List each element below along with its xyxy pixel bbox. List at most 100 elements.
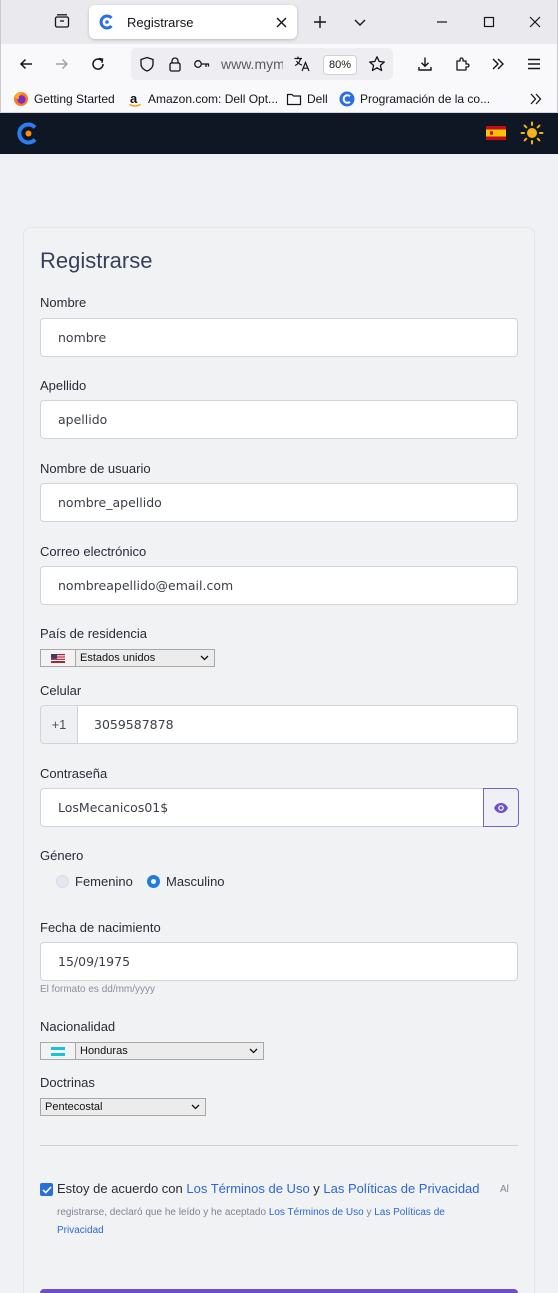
phone-country-code: +1: [40, 705, 78, 744]
first-name-label: Nombre: [40, 295, 87, 310]
nationality-label: Nacionalidad: [40, 1019, 116, 1034]
extensions-puzzle-icon[interactable]: [449, 51, 475, 77]
lock-icon[interactable]: [165, 54, 185, 74]
terms-of-use-link[interactable]: Los Términos de Uso: [186, 1181, 309, 1196]
bookmark-amazon[interactable]: a Amazon.com: Dell Opt...: [127, 90, 278, 108]
bookmark-label: Amazon.com: Dell Opt...: [148, 92, 279, 106]
email-input[interactable]: nombreapellido@email.com: [40, 566, 518, 605]
bookmarks-overflow-icon[interactable]: [529, 90, 543, 108]
last-name-input[interactable]: apellido: [40, 400, 518, 439]
downloads-icon[interactable]: [412, 51, 438, 77]
bookmark-programacion[interactable]: Programación de la co...: [339, 90, 490, 108]
language-flag-es-icon[interactable]: [486, 126, 506, 145]
country-selected-value: Estados unidos: [80, 652, 156, 664]
terms-connector: y: [309, 1181, 324, 1196]
site-header: [0, 113, 558, 154]
maximize-window-icon[interactable]: [476, 9, 502, 35]
toggle-password-eye-icon[interactable]: [483, 788, 519, 827]
chevron-down-icon: [191, 1104, 200, 1110]
tab-list-chevron-icon[interactable]: [347, 9, 373, 35]
folder-icon: [286, 91, 302, 107]
overflow-chevrons-icon[interactable]: [485, 51, 511, 77]
nationality-selected-value: Honduras: [80, 1045, 128, 1057]
tab-overview-icon[interactable]: [47, 6, 77, 36]
translate-icon[interactable]: [292, 54, 312, 74]
gender-option-label: Masculino: [166, 873, 225, 889]
reload-icon[interactable]: [85, 51, 111, 77]
shield-icon[interactable]: [137, 54, 157, 74]
email-label: Correo electrónico: [40, 544, 147, 559]
small-privacy-policy-link[interactable]: Las Políticas de: [374, 1207, 445, 1218]
privacy-policy-link[interactable]: Las Políticas de Privacidad: [323, 1181, 479, 1196]
radio-unchecked-icon[interactable]: [56, 874, 69, 888]
birthdate-format-hint: El formato es dd/mm/yyyy: [40, 984, 156, 995]
key-icon[interactable]: [192, 54, 212, 74]
close-window-icon[interactable]: [522, 9, 548, 35]
gender-option-masculino[interactable]: Masculino: [147, 872, 225, 890]
svg-text:a: a: [130, 91, 138, 106]
doctrine-selected-value: Pentecostal: [45, 1101, 103, 1113]
section-divider: [40, 1145, 518, 1146]
doctrine-select[interactable]: Pentecostal: [40, 1098, 206, 1116]
birthdate-label: Fecha de nacimiento: [40, 920, 161, 935]
nationality-select[interactable]: Honduras: [40, 1042, 264, 1060]
gender-option-label: Femenino: [75, 873, 133, 889]
tab-title: Registrarse: [127, 14, 194, 30]
chevron-down-icon: [200, 655, 209, 661]
chevron-down-icon: [249, 1048, 258, 1054]
site-favicon-icon: [98, 13, 116, 31]
menu-hamburger-icon[interactable]: [521, 51, 547, 77]
bookmarks-bar: Getting Started a Amazon.com: Dell Opt..…: [0, 84, 558, 113]
doctrine-label: Doctrinas: [40, 1075, 95, 1090]
honduras-flag-icon: [41, 1043, 76, 1059]
new-tab-icon[interactable]: [307, 9, 333, 35]
last-name-label: Apellido: [40, 378, 87, 393]
country-label: País de residencia: [40, 626, 147, 641]
page-title: Registrarse: [40, 248, 153, 273]
theme-toggle-sun-icon[interactable]: [520, 121, 544, 150]
terms-checkbox[interactable]: [40, 1183, 53, 1196]
browser-nav-bar: www.mym 80%: [0, 44, 558, 84]
url-bar[interactable]: www.mym 80%: [131, 48, 393, 80]
terms-agreement-text: Estoy de acuerdo con Los Términos de Uso…: [57, 1181, 517, 1196]
small-connector: y: [363, 1207, 375, 1218]
phone-label: Celular: [40, 683, 82, 698]
close-tab-icon[interactable]: [270, 11, 292, 33]
terms-prefix: Estoy de acuerdo con: [57, 1181, 187, 1196]
site-logo-icon[interactable]: [16, 121, 40, 146]
browser-tab-bar: Registrarse: [0, 0, 558, 44]
site-c-icon: [339, 91, 355, 107]
bookmark-getting-started[interactable]: Getting Started: [13, 90, 115, 108]
birthdate-input[interactable]: 15/09/1975: [40, 942, 518, 981]
amazon-icon: a: [127, 91, 143, 107]
registration-card: [23, 227, 535, 1293]
terms-disclaimer-line: registrarse, declaró que he leído y he a…: [57, 1207, 445, 1218]
terms-disclaimer-text: registrarse, declaró que he leído y he a…: [57, 1207, 269, 1218]
radio-checked-icon[interactable]: [147, 874, 160, 888]
zoom-level-badge[interactable]: 80%: [323, 55, 357, 75]
bookmark-label: Getting Started: [34, 92, 115, 106]
terms-small-start: Al: [500, 1184, 509, 1195]
register-submit-button[interactable]: [40, 1289, 518, 1293]
small-privacy-policy-link-continued[interactable]: Privacidad: [57, 1225, 104, 1236]
us-flag-icon: [41, 650, 76, 666]
password-label: Contraseña: [40, 766, 108, 781]
country-select[interactable]: Estados unidos: [40, 649, 215, 667]
firefox-icon: [13, 91, 29, 107]
phone-input[interactable]: 3059587878: [77, 705, 518, 744]
password-input[interactable]: LosMecanicos01$: [40, 788, 485, 827]
browser-tab-active[interactable]: Registrarse: [89, 5, 297, 39]
small-terms-of-use-link[interactable]: Los Términos de Uso: [269, 1207, 364, 1218]
bookmark-label: Dell: [307, 92, 328, 106]
checkmark-icon: [41, 1185, 52, 1194]
bookmark-dell-folder[interactable]: Dell: [286, 90, 328, 108]
first-name-input[interactable]: nombre: [40, 318, 518, 357]
forward-arrow-icon[interactable]: [49, 51, 75, 77]
gender-option-femenino[interactable]: Femenino: [56, 872, 133, 890]
bookmark-star-icon[interactable]: [367, 54, 387, 74]
url-text[interactable]: www.mym: [221, 56, 283, 72]
gender-label: Género: [40, 848, 84, 863]
back-arrow-icon[interactable]: [13, 51, 39, 77]
minimize-window-icon[interactable]: [429, 9, 455, 35]
username-input[interactable]: nombre_apellido: [40, 483, 518, 522]
